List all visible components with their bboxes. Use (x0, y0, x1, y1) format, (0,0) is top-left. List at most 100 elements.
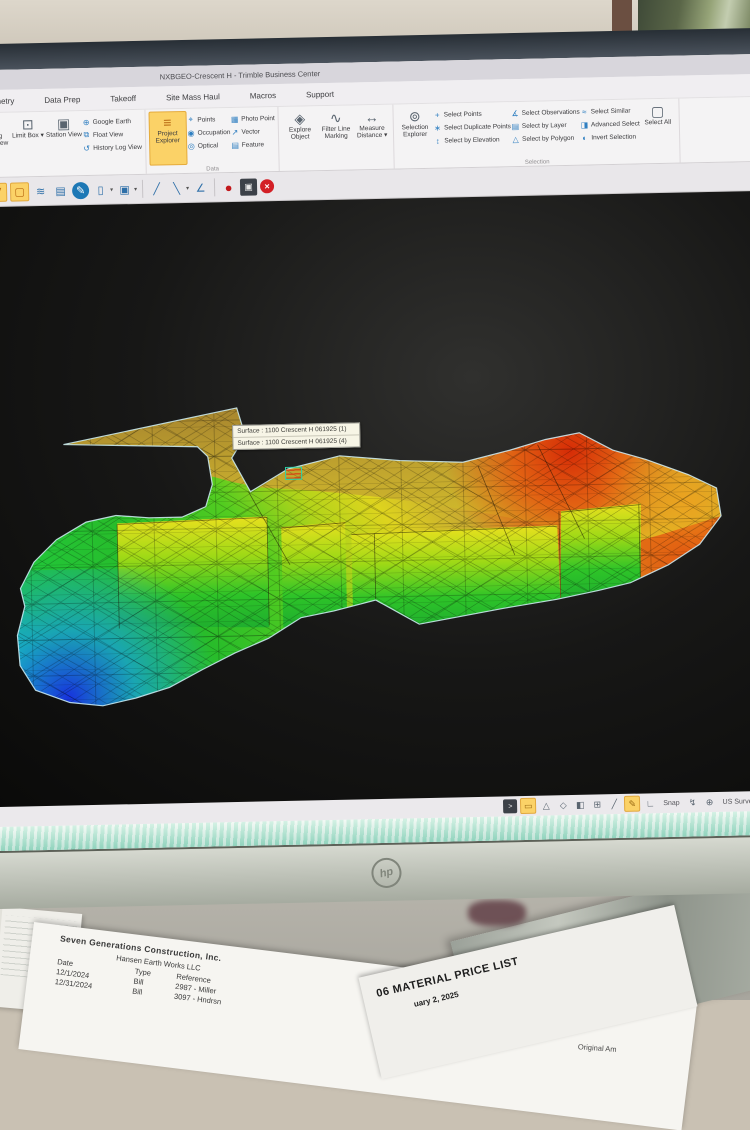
points-button[interactable]: ⌖ Points (186, 113, 230, 126)
globe-icon[interactable]: ⊕ (702, 795, 716, 809)
pan-hand-icon[interactable]: ◇ (556, 798, 570, 812)
grid-icon[interactable]: ⊞ (590, 797, 604, 811)
select-duplicate-points-icon: ∗ (433, 123, 442, 132)
tab-photogrammetry[interactable]: Photogrammetry (0, 92, 30, 111)
filter-line-marking-icon: ∿ (330, 110, 342, 126)
select-all-icon: ▢ (651, 103, 665, 119)
project-explorer-button[interactable]: ≡ Project Explorer (148, 111, 187, 166)
record-icon[interactable]: ● (220, 178, 237, 195)
edit-icon[interactable]: ✎ (72, 181, 89, 198)
select-similar-icon: ≈ (580, 107, 589, 116)
ruler-corner-icon[interactable]: ∟ (643, 796, 657, 810)
feature-button[interactable]: ▤ Feature (231, 138, 276, 151)
select-by-polygon-icon: △ (511, 134, 520, 143)
select-by-layer-icon: ▤ (511, 121, 520, 130)
station-view-icon: ▣ (57, 115, 71, 131)
clipboard-icon[interactable]: ▯ (92, 181, 109, 198)
select-observations-button[interactable]: ∡ Select Observations (510, 106, 579, 119)
occupation-button[interactable]: ◉ Occupation (186, 126, 230, 139)
limit-box-icon: ⊡ (22, 116, 34, 132)
tab-takeoff[interactable]: Takeoff (95, 89, 151, 107)
window-title: NXBGEO-Crescent H - Trimble Business Cen… (160, 69, 321, 81)
google-earth-button[interactable]: ⊕ Google Earth (82, 115, 142, 128)
explore-object-button[interactable]: ◈ Explore Object (282, 108, 319, 163)
selection-explorer-button[interactable]: ⊚ Selection Explorer (397, 106, 434, 161)
selection-marker (285, 467, 302, 480)
measure-line-icon[interactable]: ╱ (148, 180, 165, 197)
select-by-polygon-button[interactable]: △ Select by Polygon (511, 132, 580, 145)
select-all-button[interactable]: ▢ Select All (639, 101, 676, 156)
station-view-button[interactable]: ▣ Station View (46, 113, 83, 168)
selection-group: ⊚ Selection Explorer + Select Points ∗ S… (394, 99, 681, 169)
project-explorer-icon: ≡ (163, 114, 172, 130)
tab-support[interactable]: Support (291, 85, 349, 103)
tooltip-line-2: Surface : 1100 Crescent H 061925 (4) (233, 434, 359, 449)
print-dropdown-icon[interactable]: ▾ (134, 185, 137, 192)
close-red-icon[interactable]: × (260, 179, 274, 193)
optical-icon: ◎ (187, 141, 196, 150)
new-document-icon[interactable]: ▤ (52, 182, 69, 199)
vector-button[interactable]: ↗ Vector (230, 125, 275, 138)
background-object (468, 900, 526, 926)
hp-logo: hp (368, 855, 404, 891)
advanced-select-icon: ◨ (580, 120, 589, 129)
filter-line-marking-button[interactable]: ∿ Filter Line Marking (318, 107, 355, 162)
snapshot-icon[interactable]: ▣ (240, 178, 257, 195)
float-view-icon: ⧉ (82, 130, 91, 140)
monitor-screen: NXBGEO-Crescent H - Trimble Business Cen… (0, 54, 750, 852)
tab-data-prep[interactable]: Data Prep (29, 90, 95, 108)
selection-explorer-icon: ⊚ (409, 108, 421, 124)
explore-group: ◈ Explore Object ∿ Filter Line Marking ↔… (279, 105, 395, 171)
select-observations-icon: ∡ (510, 108, 519, 117)
3d-viewport[interactable]: Surface : 1100 Crescent H 061925 (1) Sur… (0, 191, 750, 808)
photo-point-icon: ▦ (230, 114, 239, 123)
select-by-layer-button[interactable]: ▤ Select by Layer (511, 119, 580, 132)
hp-monitor: NXBGEO-Crescent H - Trimble Business Cen… (0, 28, 750, 910)
surface-tooltip: Surface : 1100 Crescent H 061925 (1) Sur… (232, 422, 360, 450)
select-duplicate-points-button[interactable]: ∗ Select Duplicate Points (433, 120, 511, 134)
ruler-dropdown-icon[interactable]: ▾ (186, 184, 189, 191)
toolbar-separator (214, 178, 215, 196)
select-by-elevation-button[interactable]: ↕ Select by Elevation (433, 133, 511, 147)
shading-icon[interactable]: ◧ (573, 798, 587, 812)
filter-select-icon[interactable]: ∇ (0, 182, 7, 201)
invert-selection-icon: ◐ (580, 133, 589, 142)
float-view-button[interactable]: ⧉ Float View (82, 128, 142, 141)
tab-site-mass-haul[interactable]: Site Mass Haul (151, 87, 235, 106)
vector-icon: ↗ (230, 127, 239, 136)
unit-label[interactable]: US Survey Foot (723, 797, 750, 805)
measure-distance-icon: ↔ (365, 109, 379, 125)
optical-button[interactable]: ◎ Optical (187, 139, 231, 152)
data-group: ≡ Project Explorer ⌖ Points ◉ Occupation… (145, 107, 280, 174)
clipboard-dropdown-icon[interactable]: ▾ (110, 186, 113, 193)
layers-icon[interactable]: ≋ (32, 182, 49, 199)
snap-label[interactable]: Snap (663, 799, 680, 806)
running-snap-icon[interactable]: ↯ (685, 795, 699, 809)
view-group: ◪ Cutting Plane View ⊡ Limit Box ▾ ▣ Sta… (0, 110, 146, 178)
measure-distance-button[interactable]: ↔ Measure Distance ▾ (354, 107, 391, 162)
limit-box-button[interactable]: ⊡ Limit Box ▾ (10, 114, 47, 169)
marquee-select-icon[interactable]: ▢ (10, 182, 29, 201)
polygon-snap-icon[interactable]: △ (539, 798, 553, 812)
invert-selection-button[interactable]: ◐ Invert Selection (580, 130, 640, 143)
ortho-mode-icon[interactable]: ▭ (520, 798, 536, 814)
draw-icon[interactable]: ✎ (624, 796, 640, 812)
select-points-button[interactable]: + Select Points (433, 107, 511, 121)
command-console-icon[interactable]: > (503, 799, 517, 813)
ruler-icon[interactable]: ╲ (168, 179, 185, 196)
history-log-icon: ↺ (82, 143, 91, 152)
history-log-view-button[interactable]: ↺ History Log View (82, 141, 142, 154)
measure-snap-icon[interactable]: ╱ (607, 797, 621, 811)
advanced-select-button[interactable]: ◨ Advanced Select (580, 117, 640, 130)
print-icon[interactable]: ▣ (116, 181, 133, 198)
points-icon: ⌖ (186, 115, 195, 125)
select-similar-button[interactable]: ≈ Select Similar (580, 104, 640, 117)
vector-measure-icon[interactable]: ∠ (192, 179, 209, 196)
toolbar-separator (142, 180, 143, 198)
photo-point-button[interactable]: ▦ Photo Point (230, 112, 275, 125)
surface-fill (0, 191, 750, 808)
tab-macros[interactable]: Macros (235, 86, 292, 104)
google-earth-icon: ⊕ (82, 117, 91, 126)
surface-3d-model[interactable] (0, 191, 750, 808)
explore-object-icon: ◈ (294, 110, 305, 126)
